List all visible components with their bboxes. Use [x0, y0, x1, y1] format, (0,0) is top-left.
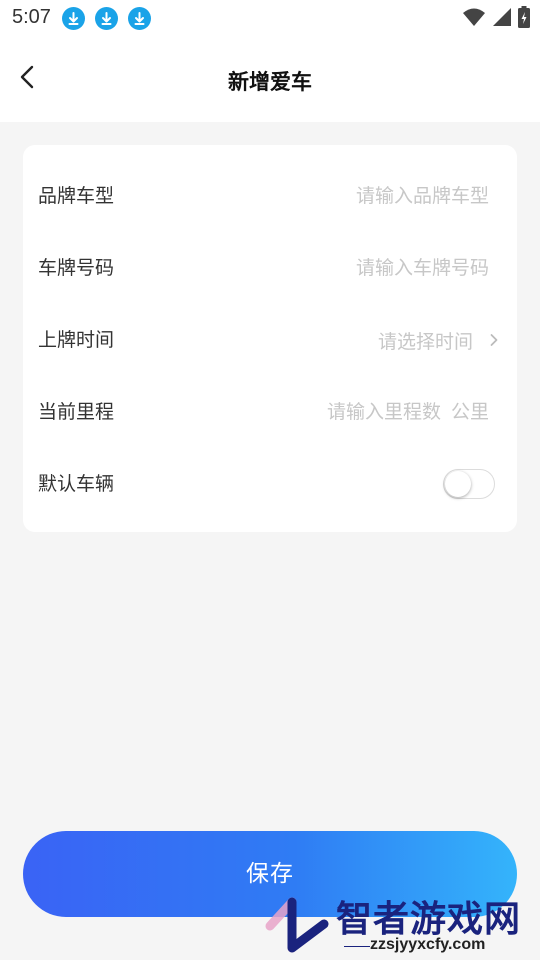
registration-date-placeholder: 请选择时间 [377, 330, 473, 353]
wifi-icon [463, 8, 485, 26]
plate-number-label: 车牌号码 [38, 257, 115, 279]
status-icons [456, 6, 530, 28]
brand-model-label: 品牌车型 [38, 185, 115, 207]
page-title: 新增爱车 [228, 70, 312, 94]
download-icon [95, 7, 118, 30]
default-vehicle-toggle[interactable] [443, 469, 495, 499]
form-row-default-vehicle: 默认车辆 [23, 448, 517, 520]
battery-icon [518, 6, 530, 28]
registration-date-picker[interactable]: 请选择时间 [378, 304, 499, 376]
status-bar: 5:07 [0, 0, 540, 36]
mileage-input[interactable] [241, 396, 441, 428]
mileage-label: 当前里程 [38, 401, 115, 423]
status-time: 5:07 [12, 6, 51, 28]
form-row-registration-date: 上牌时间 请选择时间 [23, 304, 517, 376]
mileage-unit: 公里 [450, 401, 489, 423]
download-icon [128, 7, 151, 30]
watermark-url: zzsjyyxcfy.com [370, 936, 486, 953]
default-vehicle-label: 默认车辆 [38, 473, 115, 495]
watermark: 智者游戏网 zzsjyyxcfy.com [262, 890, 540, 960]
form-row-mileage: 当前里程 公里 [23, 376, 517, 448]
watermark-logo-icon [265, 897, 329, 953]
signal-icon [493, 8, 511, 26]
download-icon [62, 7, 85, 30]
brand-model-input[interactable] [249, 180, 489, 212]
form-row-plate-number: 车牌号码 [23, 232, 517, 304]
toggle-knob [445, 471, 471, 497]
plate-number-input[interactable] [249, 252, 489, 284]
watermark-line [344, 946, 370, 947]
nav-bar: 新增爱车 [0, 36, 540, 122]
watermark-title: 智者游戏网 [336, 899, 522, 940]
chevron-right-icon [490, 334, 498, 346]
form-card: 品牌车型 车牌号码 上牌时间 请选择时间 当前里程 公里 默认车辆 [23, 145, 517, 532]
form-row-brand-model: 品牌车型 [23, 160, 517, 232]
registration-date-label: 上牌时间 [38, 329, 115, 351]
